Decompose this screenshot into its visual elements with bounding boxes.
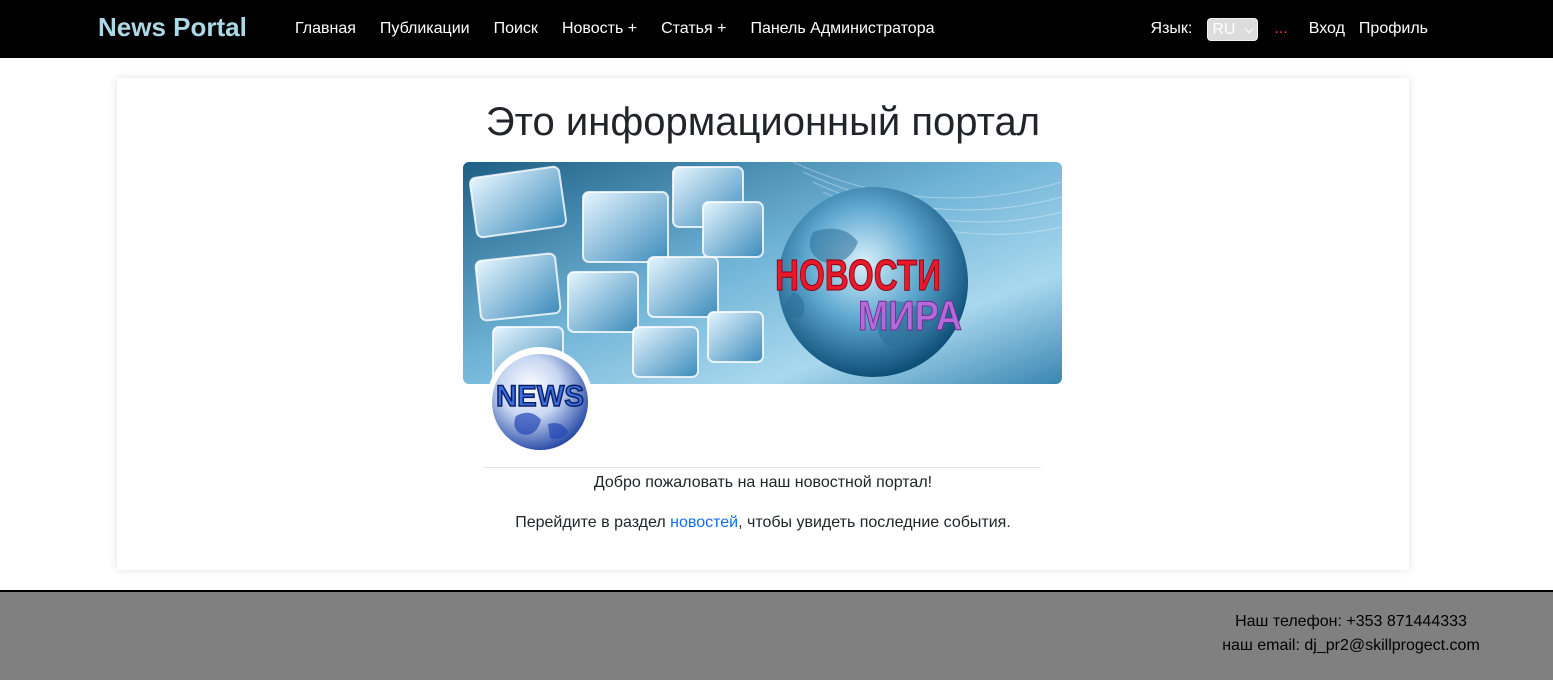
main-nav: Главная Публикации Поиск Новость + Стать… [283,0,947,58]
divider [483,467,1041,468]
brand-logo-link[interactable]: News Portal [98,11,247,43]
goto-text-after: , чтобы увидеть последние события. [738,514,1011,531]
welcome-text: Добро пожаловать на наш новостной портал… [593,474,933,491]
nav-search-link[interactable]: Поиск [482,19,550,39]
nav-admin-panel-link[interactable]: Панель Администратора [738,19,946,39]
login-link[interactable]: Вход [1302,19,1352,39]
user-nav: Язык: RU ... Вход Профиль [1151,0,1435,58]
goto-text-before: Перейдите в раздел [515,514,671,531]
logo-text: NEWS [496,380,584,413]
navbar: News Portal Главная Публикации Поиск Нов… [0,0,1553,58]
nav-add-news-link[interactable]: Новость + [550,19,649,39]
page-title: Это информационный портал [485,100,1041,144]
profile-link[interactable]: Профиль [1352,19,1435,39]
nav-publications-link[interactable]: Публикации [368,19,482,39]
goto-news-text: Перейдите в раздел новостей, чтобы увиде… [0,512,1526,534]
news-globe-logo: NEWS [486,346,594,454]
language-label: Язык: [1150,20,1193,37]
more-dots-link[interactable]: ... [1274,20,1287,38]
chevron-down-icon [1245,24,1254,33]
nav-home-link[interactable]: Главная [283,19,368,39]
nav-add-article-link[interactable]: Статья + [649,19,738,39]
footer-phone: Наш телефон: +353 871444333 [1235,613,1467,630]
news-section-link[interactable]: новостей [670,514,738,531]
language-select-value: RU [1212,20,1236,38]
footer: Наш телефон: +353 871444333 наш email: d… [0,590,1553,680]
language-select[interactable]: RU [1207,17,1259,41]
banner-text-line2: МИРА [858,292,962,339]
footer-email: наш email: dj_pr2@skillprogect.com [1222,637,1480,654]
